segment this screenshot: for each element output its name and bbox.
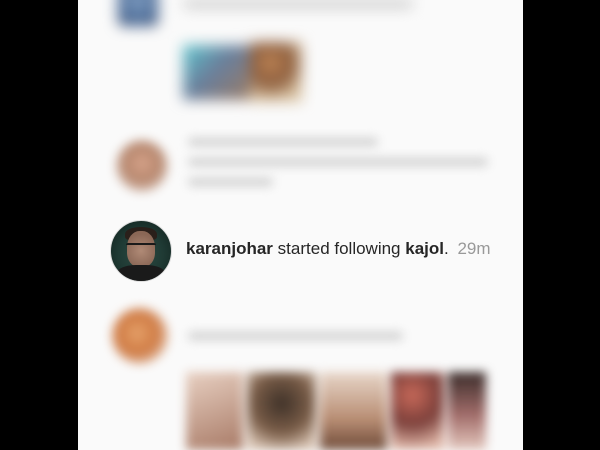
- post-thumbnail[interactable]: [186, 372, 244, 450]
- avatar[interactable]: [112, 308, 168, 364]
- post-thumbnail[interactable]: [447, 372, 487, 450]
- post-thumbnail[interactable]: [390, 372, 444, 450]
- blurred-text: [188, 332, 403, 340]
- feed-item-blurred-3: [78, 0, 523, 450]
- activity-feed-screen: karanjohar started following kajol. 29m: [78, 0, 523, 450]
- post-thumbnail[interactable]: [319, 372, 387, 450]
- post-thumbnail[interactable]: [247, 372, 316, 450]
- post-thumbnails: [186, 372, 487, 450]
